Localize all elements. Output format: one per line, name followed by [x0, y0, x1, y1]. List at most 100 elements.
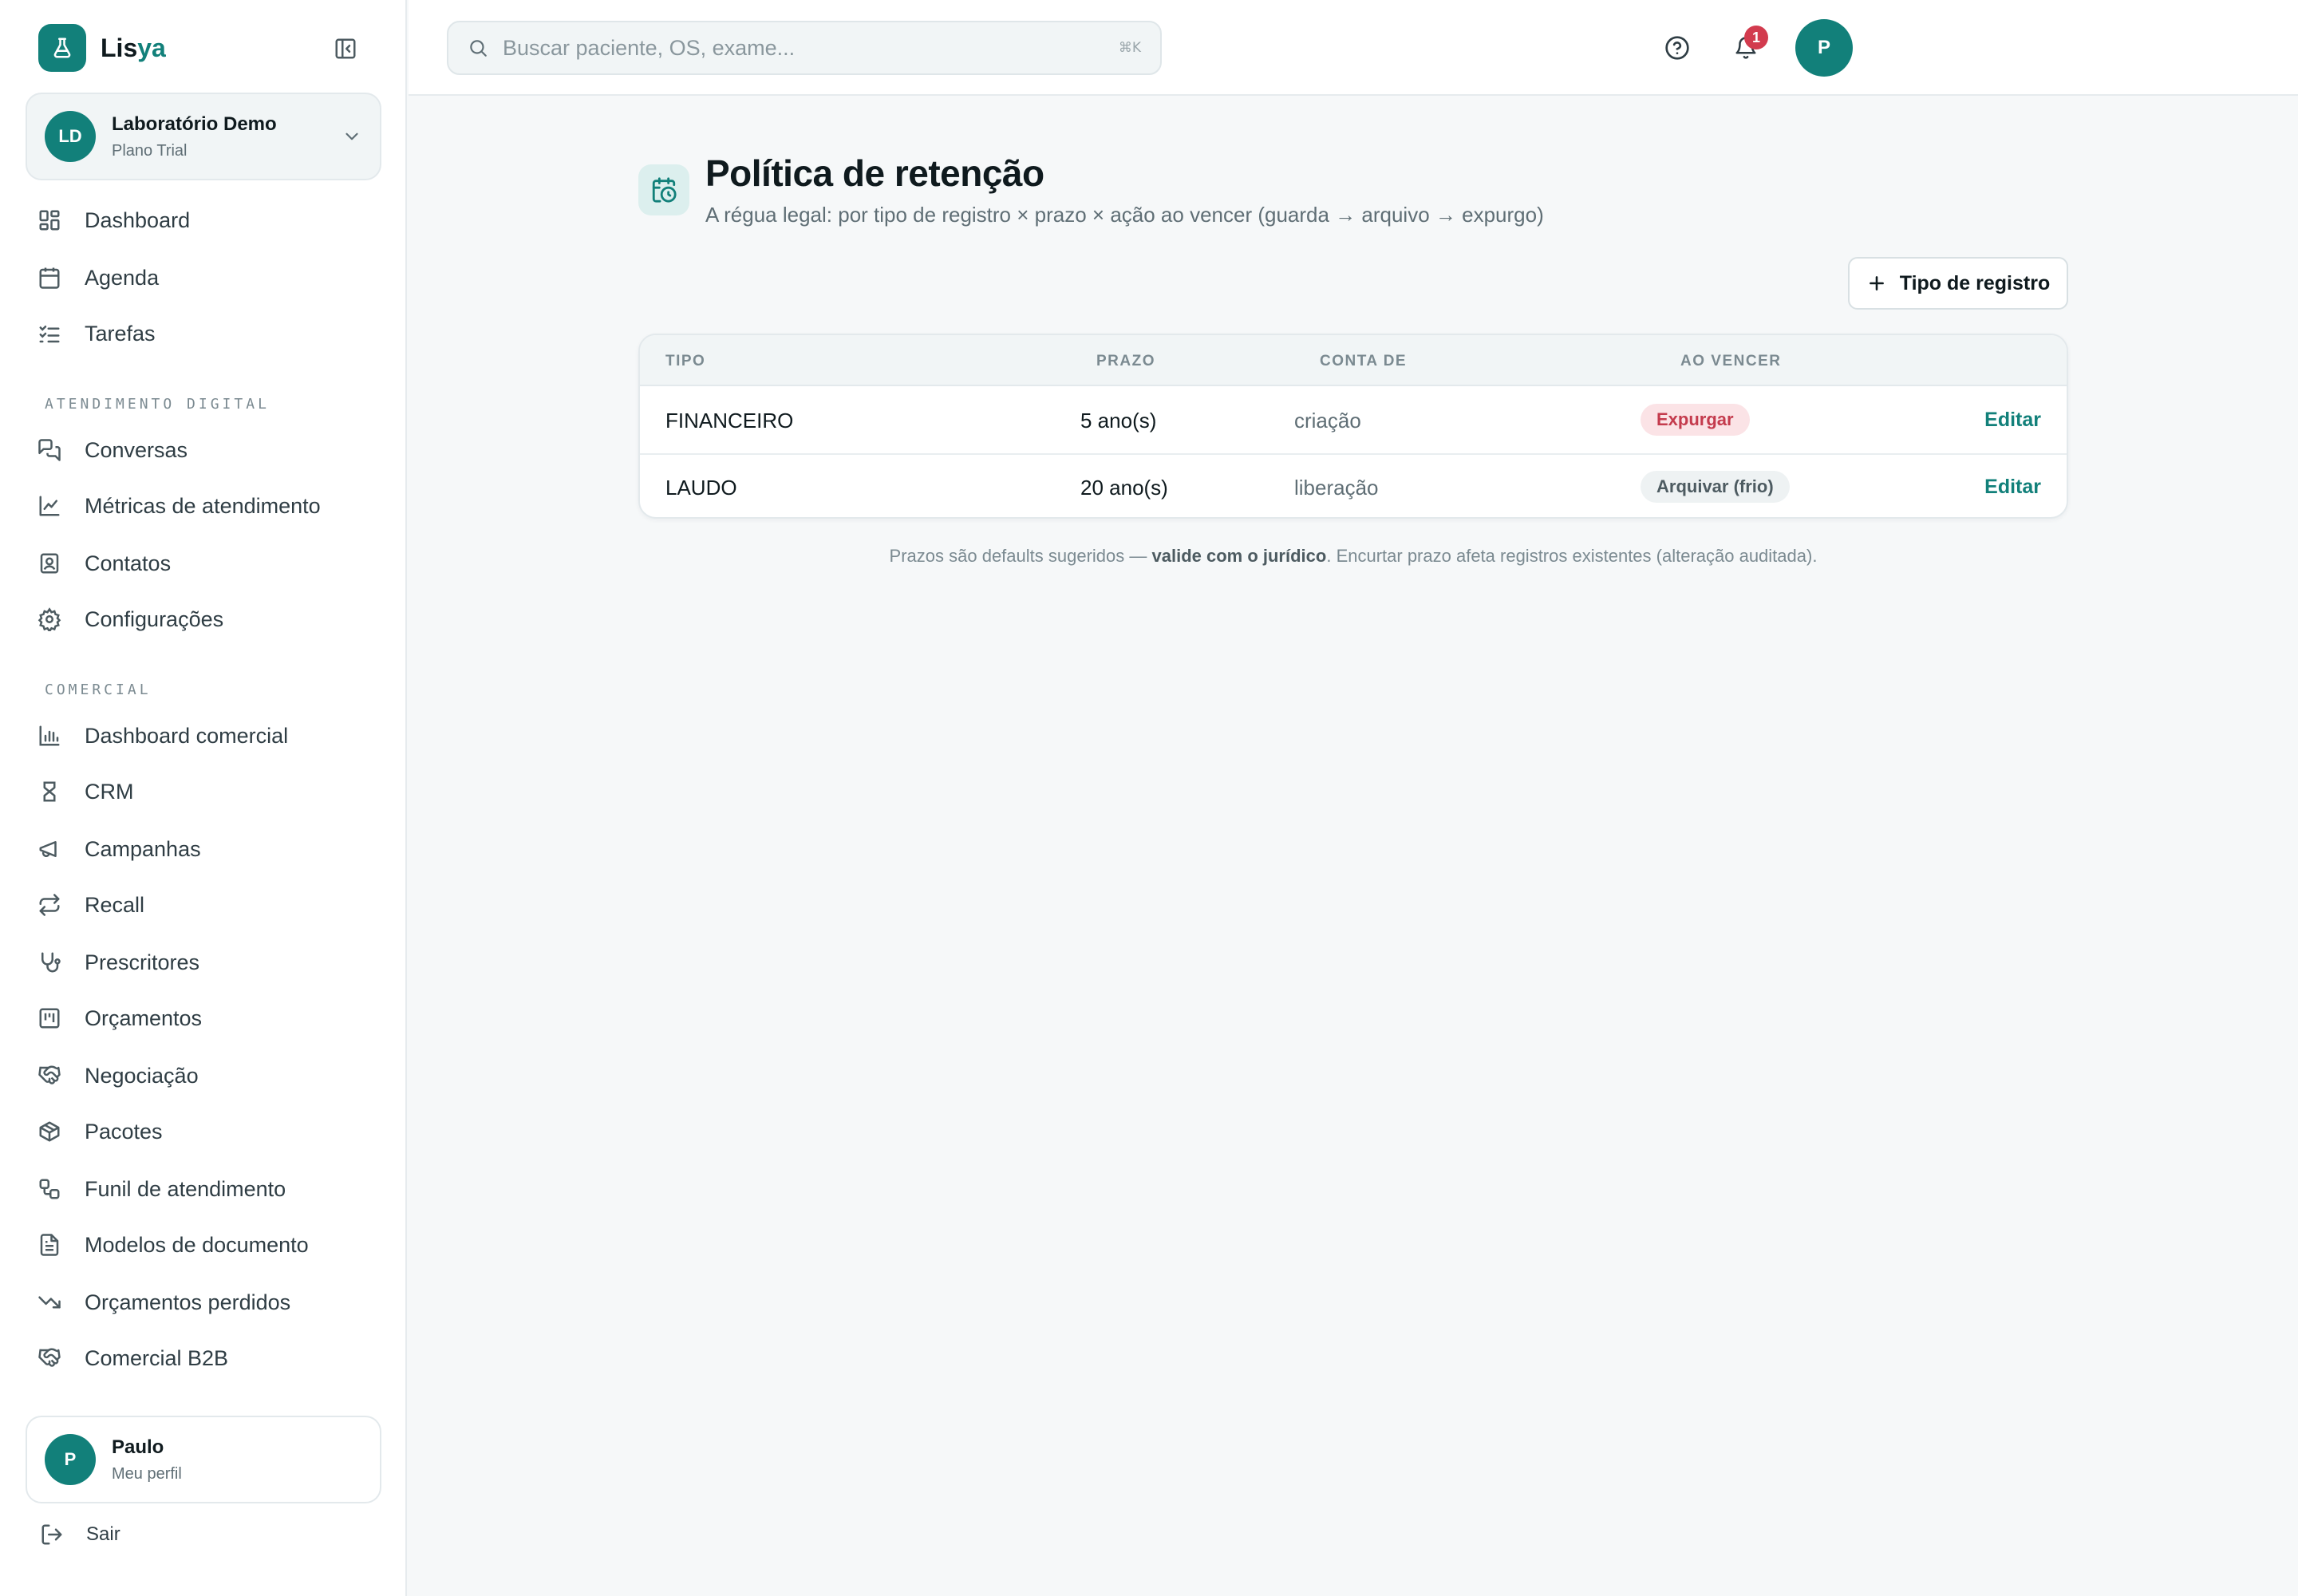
- nav-item-label: Dashboard comercial: [85, 723, 289, 748]
- nav-item-agenda[interactable]: Agenda: [32, 255, 383, 300]
- add-record-type-button[interactable]: Tipo de registro: [1848, 257, 2068, 310]
- footnote-text: . Encurtar prazo afeta registros existen…: [1326, 546, 1818, 566]
- user-avatar: P: [45, 1434, 96, 1485]
- nav-item-label: Orçamentos: [85, 1005, 203, 1030]
- nav-item-contatos[interactable]: Contatos: [32, 541, 383, 586]
- search-icon: [470, 40, 487, 57]
- account-avatar[interactable]: P: [1795, 19, 1853, 77]
- column-header-tipo: TIPO: [665, 353, 706, 369]
- nav-item-label: Pacotes: [85, 1119, 163, 1144]
- search-shortcut: ⌘K: [1118, 40, 1141, 56]
- calendar-clock-icon: [638, 164, 689, 215]
- nav-item-pacotes[interactable]: Pacotes: [32, 1109, 383, 1154]
- logout-label: Sair: [86, 1523, 120, 1545]
- nav-item-modelos[interactable]: Modelos de documento: [32, 1223, 383, 1267]
- package-icon: [32, 1114, 67, 1149]
- nav-item-label: Configurações: [85, 606, 224, 631]
- edit-link[interactable]: Editar: [1984, 409, 2041, 432]
- org-avatar: LD: [45, 111, 96, 162]
- repeat-icon: [32, 887, 67, 922]
- cell-prazo: 5 ano(s): [1080, 409, 1157, 433]
- nav-item-label: Comercial B2B: [85, 1345, 229, 1370]
- column-header-prazo: PRAZO: [1096, 353, 1155, 369]
- megaphone-icon: [32, 832, 67, 867]
- nav-item-configuracoes[interactable]: Configurações: [32, 597, 383, 642]
- nav-item-campanhas[interactable]: Campanhas: [32, 827, 383, 871]
- logout-icon: [41, 1524, 62, 1545]
- trending-down-icon: [32, 1285, 67, 1320]
- brand-name-accent: ya: [137, 33, 166, 62]
- table-row: LAUDO 20 ano(s) liberação Arquivar (frio…: [640, 453, 2067, 517]
- nav-item-orcamentos[interactable]: Orçamentos: [32, 996, 383, 1041]
- nav-item-orcamentos-perdidos[interactable]: Orçamentos perdidos: [32, 1280, 383, 1325]
- nav-item-funil[interactable]: Funil de atendimento: [32, 1167, 383, 1211]
- nav-item-crm[interactable]: CRM: [32, 769, 383, 814]
- status-badge: Expurgar: [1641, 404, 1750, 436]
- handshake-icon: [32, 1341, 67, 1376]
- bar-chart-icon: [32, 718, 67, 753]
- search-box[interactable]: ⌘K: [447, 21, 1162, 75]
- footnote-emphasis: valide com o jurídico: [1151, 546, 1327, 566]
- gear-icon: [32, 602, 67, 637]
- nav-item-label: Modelos de documento: [85, 1232, 309, 1257]
- page-title: Política de retenção: [705, 152, 1044, 194]
- nav-item-label: Funil de atendimento: [85, 1176, 286, 1201]
- workflow-icon: [32, 1171, 67, 1207]
- help-button[interactable]: [1661, 32, 1693, 64]
- search-input[interactable]: [503, 35, 1061, 61]
- user-subtitle: Meu perfil: [112, 1464, 182, 1483]
- org-name: Laboratório Demo: [112, 113, 277, 135]
- org-switcher[interactable]: LD Laboratório Demo Plano Trial: [26, 93, 381, 180]
- nav-item-recall[interactable]: Recall: [32, 883, 383, 927]
- cell-tipo: LAUDO: [665, 476, 737, 500]
- handshake-icon: [32, 1058, 67, 1093]
- nav-item-conversas[interactable]: Conversas: [32, 428, 383, 472]
- cell-conta-de: liberação: [1294, 476, 1379, 500]
- nav-section-comercial: COMERCIAL: [45, 681, 152, 698]
- nav-item-label: Tarefas: [85, 321, 156, 346]
- brand-name-main: Lis: [101, 33, 138, 62]
- chat-icon: [32, 433, 67, 468]
- nav-item-label: Dashboard: [85, 207, 191, 232]
- checklist-icon: [32, 316, 67, 351]
- nav-item-comercial-b2b[interactable]: Comercial B2B: [32, 1336, 383, 1381]
- footnote: Prazos são defaults sugeridos — valide c…: [638, 546, 2068, 567]
- user-name: Paulo: [112, 1436, 164, 1458]
- nav-item-label: Conversas: [85, 437, 188, 462]
- sidebar: Lisya LD Laboratório Demo Plano Trial Da…: [0, 0, 407, 1596]
- nav-item-metricas[interactable]: Métricas de atendimento: [32, 484, 383, 528]
- nav-item-dashboard-comercial[interactable]: Dashboard comercial: [32, 713, 383, 758]
- collapse-sidebar-button[interactable]: [332, 35, 359, 62]
- nav-item-dashboard[interactable]: Dashboard: [32, 198, 383, 243]
- table-row: FINANCEIRO 5 ano(s) criação Expurgar Edi…: [640, 388, 2067, 453]
- nav-item-label: Contatos: [85, 551, 172, 575]
- kanban-icon: [32, 1001, 67, 1036]
- org-plan: Plano Trial: [112, 141, 188, 160]
- crm-icon: [32, 774, 67, 809]
- flask-icon: [38, 24, 86, 72]
- footnote-text: Prazos são defaults sugeridos —: [889, 546, 1152, 566]
- user-profile-card[interactable]: P Paulo Meu perfil: [26, 1416, 381, 1503]
- nav-item-label: Campanhas: [85, 836, 201, 861]
- nav-item-label: Orçamentos perdidos: [85, 1290, 291, 1314]
- topbar: ⌘K: [409, 0, 2298, 96]
- plus-icon: [1869, 276, 1884, 290]
- edit-link[interactable]: Editar: [1984, 476, 2041, 499]
- brand-name: Lisya: [101, 34, 166, 63]
- logout-button[interactable]: Sair: [40, 1523, 120, 1547]
- nav-item-label: Negociação: [85, 1063, 199, 1088]
- chevron-down-icon: [345, 132, 358, 140]
- brand[interactable]: Lisya: [38, 24, 166, 72]
- column-header-conta-de: CONTA DE: [1320, 353, 1408, 369]
- table-header: TIPO PRAZO CONTA DE AO VENCER: [640, 335, 2067, 386]
- notification-count-badge: 1: [1744, 26, 1768, 49]
- nav-item-tarefas[interactable]: Tarefas: [32, 311, 383, 356]
- status-badge: Arquivar (frio): [1641, 471, 1790, 503]
- help-icon: [1665, 36, 1689, 60]
- nav-item-prescritores[interactable]: Prescritores: [32, 940, 383, 985]
- nav-item-label: CRM: [85, 779, 134, 804]
- retention-table: TIPO PRAZO CONTA DE AO VENCER FINANCEIRO…: [638, 334, 2068, 519]
- line-chart-icon: [32, 488, 67, 523]
- nav-item-negociacao[interactable]: Negociação: [32, 1053, 383, 1098]
- page-subtitle: A régua legal: por tipo de registro × pr…: [705, 203, 1544, 227]
